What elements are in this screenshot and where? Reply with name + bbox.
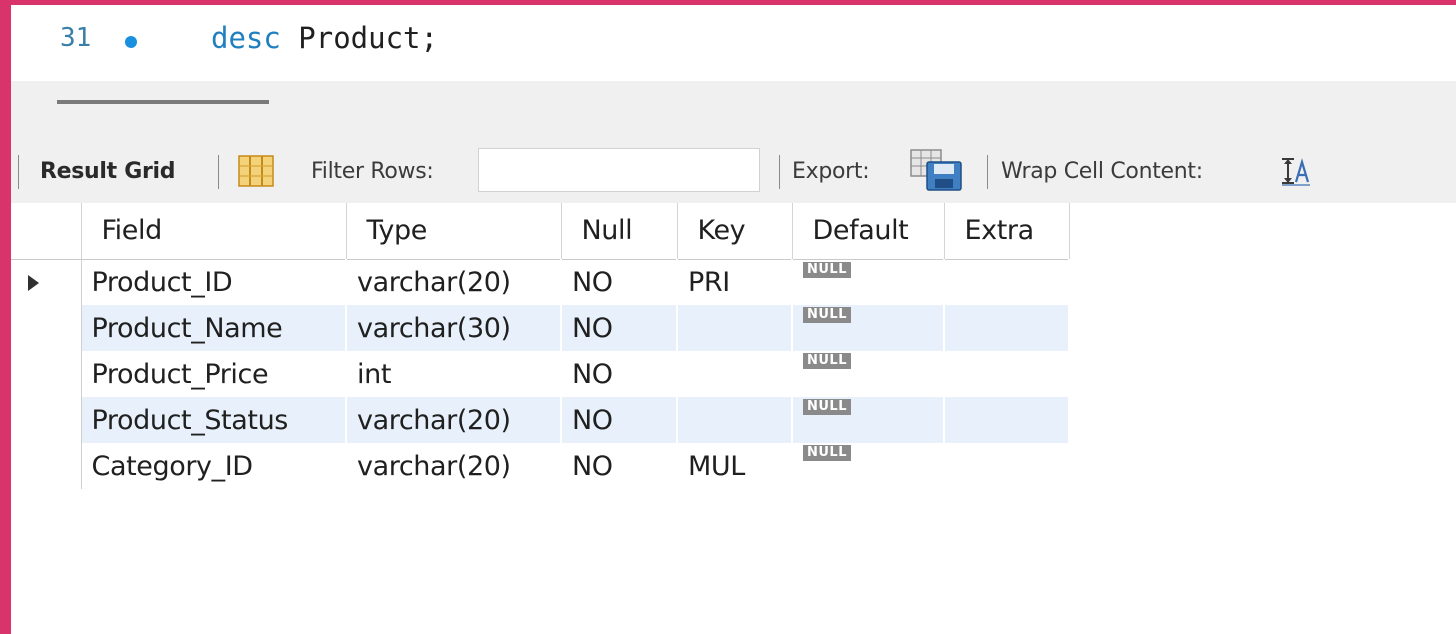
row-selector[interactable]	[11, 443, 82, 489]
cell-type[interactable]: varchar(20)	[346, 259, 562, 305]
null-badge: NULL	[803, 399, 852, 415]
cell-extra[interactable]	[944, 259, 1070, 305]
result-grid-button[interactable]: Result Grid	[40, 159, 176, 184]
export-icon[interactable]	[909, 148, 965, 192]
cell-extra[interactable]	[944, 397, 1070, 443]
cell-key[interactable]: PRI	[677, 259, 793, 305]
filter-rows-input[interactable]	[478, 148, 760, 192]
cell-default[interactable]: NULL	[792, 259, 945, 305]
row-selector[interactable]	[11, 397, 82, 443]
row-header-corner	[11, 203, 82, 260]
column-header-extra[interactable]: Extra	[944, 203, 1070, 260]
cell-type[interactable]: int	[346, 351, 562, 397]
statement-marker-icon	[125, 36, 137, 48]
result-toolbar: Result Grid Filter Rows: Export: Wrap Ce…	[11, 143, 1456, 199]
table-row[interactable]: Category_ID varchar(20) NO MUL NULL	[11, 443, 1070, 489]
column-header-field[interactable]: Field	[81, 203, 347, 260]
toolbar-separator	[779, 155, 780, 189]
sql-keyword: desc	[211, 21, 281, 55]
cell-key[interactable]	[677, 397, 793, 443]
cell-default[interactable]: NULL	[792, 305, 945, 351]
row-selector[interactable]	[11, 305, 82, 351]
row-selector[interactable]	[11, 259, 82, 305]
sql-statement-rest: Product;	[280, 21, 438, 55]
column-header-key[interactable]: Key	[677, 203, 793, 260]
result-panel-header: Result Grid Filter Rows: Export: Wrap Ce…	[11, 81, 1456, 203]
null-badge: NULL	[803, 307, 852, 323]
row-selector[interactable]	[11, 351, 82, 397]
grid-view-icon[interactable]	[238, 155, 274, 187]
table-row[interactable]: Product_ID varchar(20) NO PRI NULL	[11, 259, 1070, 305]
null-badge: NULL	[803, 353, 852, 369]
result-grid: Field Type Null Key Default Extra Produc…	[11, 203, 1070, 489]
column-header-null[interactable]: Null	[561, 203, 678, 260]
cell-type[interactable]: varchar(20)	[346, 443, 562, 489]
cell-null[interactable]: NO	[561, 397, 678, 443]
cell-key[interactable]	[677, 305, 793, 351]
cell-type[interactable]: varchar(20)	[346, 397, 562, 443]
table-row[interactable]: Product_Name varchar(30) NO NULL	[11, 305, 1070, 351]
null-badge: NULL	[803, 445, 852, 461]
cell-field[interactable]: Category_ID	[81, 443, 347, 489]
sql-statement[interactable]: desc Product;	[211, 21, 438, 55]
export-label: Export:	[792, 159, 870, 184]
cell-null[interactable]: NO	[561, 259, 678, 305]
toolbar-separator	[218, 155, 219, 189]
wrap-cell-icon[interactable]	[1279, 156, 1313, 186]
cell-field[interactable]: Product_Name	[81, 305, 347, 351]
filter-rows-label: Filter Rows:	[311, 159, 434, 184]
cell-default[interactable]: NULL	[792, 397, 945, 443]
cell-extra[interactable]	[944, 443, 1070, 489]
null-badge: NULL	[803, 261, 852, 278]
grid-header-row: Field Type Null Key Default Extra	[11, 203, 1070, 260]
cell-field[interactable]: Product_Status	[81, 397, 347, 443]
cell-key[interactable]: MUL	[677, 443, 793, 489]
cell-extra[interactable]	[944, 305, 1070, 351]
cell-field[interactable]: Product_ID	[81, 259, 347, 305]
current-row-arrow-icon	[28, 274, 39, 291]
cell-null[interactable]: NO	[561, 443, 678, 489]
cell-null[interactable]: NO	[561, 351, 678, 397]
cell-default[interactable]: NULL	[792, 351, 945, 397]
table-row[interactable]: Product_Status varchar(20) NO NULL	[11, 397, 1070, 443]
sql-editor[interactable]: 31 desc Product;	[11, 5, 1456, 81]
cell-null[interactable]: NO	[561, 305, 678, 351]
cell-field[interactable]: Product_Price	[81, 351, 347, 397]
workbench-window: 31 desc Product; Result Grid Filter Rows…	[11, 5, 1456, 634]
wrap-cell-content-label: Wrap Cell Content:	[1001, 159, 1203, 184]
line-number: 31	[60, 23, 92, 53]
column-header-default[interactable]: Default	[792, 203, 945, 260]
result-tab-indicator[interactable]	[57, 100, 269, 104]
cell-type[interactable]: varchar(30)	[346, 305, 562, 351]
table-row[interactable]: Product_Price int NO NULL	[11, 351, 1070, 397]
cell-key[interactable]	[677, 351, 793, 397]
cell-default[interactable]: NULL	[792, 443, 945, 489]
toolbar-separator	[987, 155, 988, 189]
toolbar-separator	[18, 155, 19, 189]
column-header-type[interactable]: Type	[346, 203, 562, 260]
cell-extra[interactable]	[944, 351, 1070, 397]
